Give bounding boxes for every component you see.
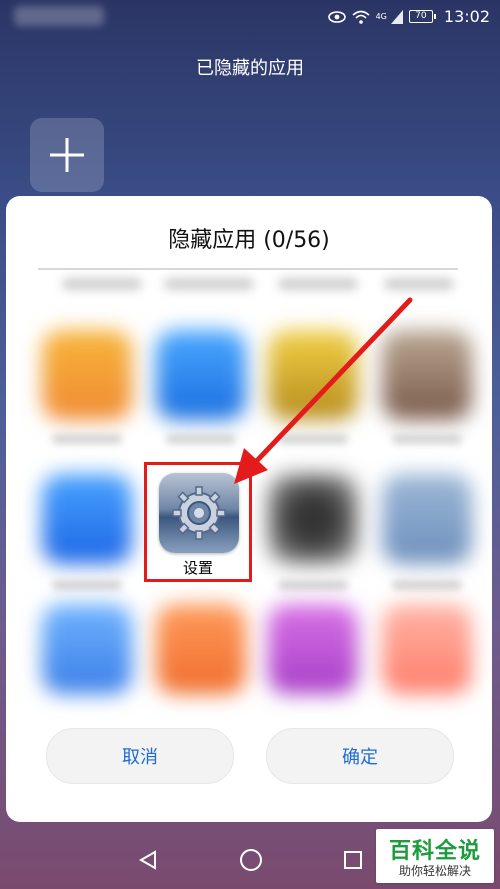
settings-app-label: 设置 [182, 559, 213, 577]
blurred-app-label [392, 434, 462, 444]
blurred-app-label [278, 580, 348, 590]
hide-apps-dialog: 隐藏应用 (0/56) 设置 取消 确定 [6, 196, 492, 822]
blurred-app-label [52, 434, 122, 444]
blurred-app-icon[interactable] [268, 330, 358, 420]
watermark-logo: 百科全说 助你轻松解决 [376, 829, 494, 883]
blurred-app-icon[interactable] [42, 330, 132, 420]
status-icons: 4G 70 13:02 [327, 7, 490, 26]
blurred-app-label [278, 434, 348, 444]
back-icon[interactable] [137, 849, 159, 871]
blurred-app-icon[interactable] [268, 604, 358, 694]
page-title: 已隐藏的应用 [196, 58, 304, 79]
plus-icon [50, 138, 84, 172]
settings-gear-icon [159, 473, 239, 553]
home-icon[interactable] [239, 848, 263, 872]
signal-icon [390, 9, 403, 24]
watermark-subtitle: 助你轻松解决 [398, 864, 471, 878]
blurred-app-label [392, 580, 462, 590]
blurred-app-label [62, 278, 142, 290]
eye-comfort-icon [327, 10, 346, 23]
status-left-blur [14, 6, 104, 26]
confirm-button[interactable]: 确定 [266, 728, 454, 784]
battery-level: 70 [408, 10, 433, 23]
cancel-button[interactable]: 取消 [46, 728, 234, 784]
blurred-app-icon[interactable] [42, 604, 132, 694]
recents-icon[interactable] [343, 850, 363, 870]
clock: 13:02 [443, 7, 490, 26]
wifi-icon [352, 10, 370, 24]
watermark-title: 百科全说 [388, 839, 481, 864]
status-bar: 4G 70 13:02 [0, 0, 500, 34]
blurred-app-icon[interactable] [382, 474, 472, 564]
blurred-app-label [278, 278, 358, 290]
blurred-app-icon[interactable] [156, 604, 246, 694]
add-hidden-app-button[interactable] [30, 118, 104, 192]
network-type: 4G [375, 11, 387, 21]
settings-app-highlight[interactable]: 设置 [144, 462, 252, 582]
blurred-app-icon[interactable] [382, 604, 472, 694]
blurred-app-icon[interactable] [382, 330, 472, 420]
battery-icon: 70 [408, 10, 436, 23]
dialog-title: 隐藏应用 (0/56) [168, 228, 330, 253]
blurred-app-icon[interactable] [156, 330, 246, 420]
blurred-app-label [164, 278, 254, 290]
blurred-app-icon[interactable] [268, 474, 358, 564]
blurred-app-icon[interactable] [42, 474, 132, 564]
blurred-app-label [166, 434, 236, 444]
dialog-divider [38, 268, 458, 270]
blurred-app-label [52, 580, 122, 590]
blurred-app-label [384, 278, 454, 290]
